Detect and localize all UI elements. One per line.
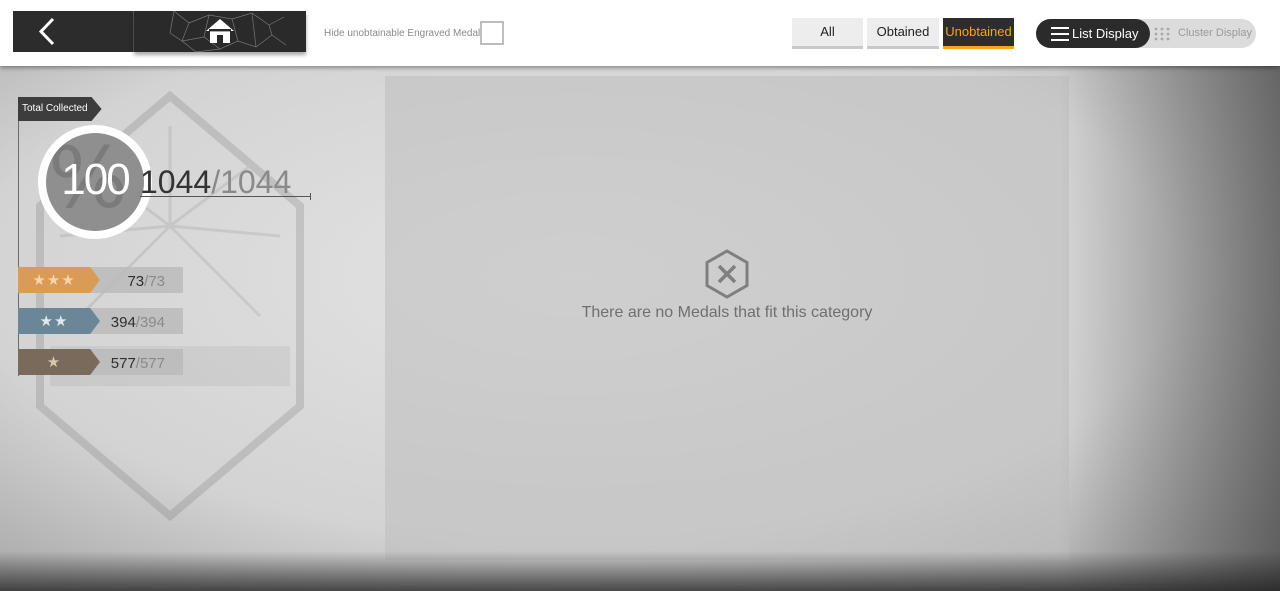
filter-unobtained-button[interactable]: Unobtained [943, 18, 1014, 49]
collected-count: 1044 [140, 164, 212, 200]
two-star-total: 394 [139, 314, 165, 331]
grid-dots-icon [1154, 27, 1170, 41]
one-star-total: 577 [139, 355, 165, 372]
completion-disc: % 100 [46, 133, 144, 231]
empty-state-message: There are no Medals that fit this catego… [581, 304, 873, 321]
filter-obtained-button[interactable]: Obtained [867, 18, 939, 49]
count-underline-tick [310, 193, 311, 200]
three-star-count: 73/73 [127, 273, 165, 290]
three-star-collected: 73 [127, 273, 145, 290]
completion-ring: % 100 [38, 125, 152, 239]
list-icon [1051, 27, 1069, 41]
one-star-collected: 577 [110, 355, 136, 372]
rarity-row-two-star: ★★ 394/394 [18, 308, 183, 334]
rarity-row-one-star: ★ 577/577 [18, 349, 183, 375]
hide-unobtainable-label: Hide unobtainable Engraved Medals [324, 28, 486, 39]
completion-percent: 100 [61, 155, 130, 204]
list-display-label: List Display [1072, 26, 1139, 41]
two-star-icon: ★★ [39, 313, 69, 330]
cluster-display-button[interactable]: Cluster Display [1150, 19, 1256, 48]
list-display-button[interactable]: List Display [1036, 19, 1150, 48]
x-hexagon-icon [705, 249, 749, 299]
display-mode-toggle: List Display Cluster Display [1036, 19, 1256, 48]
filter-all-button[interactable]: All [792, 18, 863, 49]
main-area: Total Collected % 100 1044/1044 ★★★ 73/7… [0, 66, 1280, 591]
one-star-badge: ★ [18, 349, 100, 375]
top-bar: Hide unobtainable Engraved Medals All Ob… [0, 0, 1280, 66]
total-collected-tag: Total Collected [18, 97, 102, 121]
three-star-icon: ★★★ [32, 272, 76, 289]
home-button[interactable] [134, 11, 306, 52]
vignette-right [1060, 66, 1280, 591]
one-star-count: 577/577 [111, 355, 165, 372]
back-button[interactable] [13, 11, 134, 52]
rarity-row-three-star: ★★★ 73/73 [18, 267, 183, 293]
count-separator: / [211, 164, 221, 200]
two-star-collected: 394 [110, 314, 136, 331]
divider-line [18, 121, 19, 376]
three-star-total: 73 [148, 273, 165, 290]
home-icon [206, 19, 234, 43]
cluster-display-label: Cluster Display [1178, 27, 1252, 39]
vignette-bottom [0, 551, 1280, 591]
count-underline [140, 196, 311, 197]
medal-list-panel: There are no Medals that fit this catego… [385, 76, 1069, 560]
two-star-badge: ★★ [18, 308, 100, 334]
chevron-left-icon [38, 17, 55, 46]
hide-unobtainable-checkbox[interactable] [480, 21, 504, 45]
three-star-badge: ★★★ [18, 267, 100, 293]
two-star-count: 394/394 [111, 314, 165, 331]
one-star-icon: ★ [46, 354, 62, 371]
total-count-value: 1044 [220, 164, 292, 200]
